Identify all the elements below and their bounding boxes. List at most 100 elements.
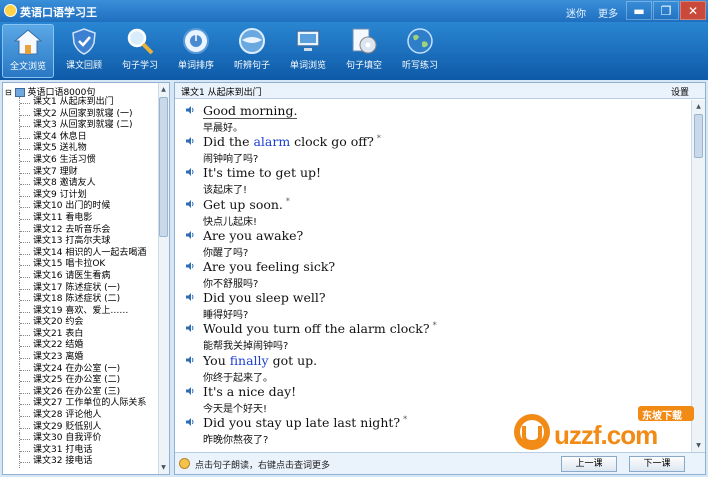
sentence-english[interactable]: Are you awake? xyxy=(203,228,303,243)
speaker-icon[interactable] xyxy=(185,230,195,240)
sentence-item[interactable]: Would you turn off the alarm clock? * 能帮我关… xyxy=(183,321,683,352)
tree-item-lesson[interactable]: 课文9 订计划 xyxy=(3,189,159,202)
disc-icon xyxy=(352,28,377,54)
tree-item-lesson[interactable]: 课文3 从回家到就寝 (二) xyxy=(3,120,159,132)
tree-item-lesson[interactable]: 课文12 去听音乐会 xyxy=(3,224,159,237)
tree-item-lesson[interactable]: 课文15 唱卡拉OK xyxy=(3,259,159,271)
prev-lesson-button[interactable]: 上一课 xyxy=(561,456,617,472)
lesson-tree: ⊟ 英语口语8000句 课文1 从起床到出门 课文2 从回家到就寝 (一) 课文3 … xyxy=(2,82,170,475)
tree-item-lesson[interactable]: 课文22 结婚 xyxy=(3,340,159,352)
next-lesson-button[interactable]: 下一课 xyxy=(629,456,685,472)
sentence-item[interactable]: Did the alarm clock go off? * 闹钟响了吗? xyxy=(183,134,683,165)
lesson-title: 课文1 从起床到出门 xyxy=(181,88,262,98)
sentence-part: finally xyxy=(229,352,269,368)
tree-item-lesson[interactable]: 课文14 相识的人一起去喝酒 xyxy=(3,247,159,260)
tree-item-lesson[interactable]: 课文8 邀请友人 xyxy=(3,178,159,190)
speaker-icon[interactable] xyxy=(185,167,195,177)
speaker-icon[interactable] xyxy=(185,105,195,115)
speaker-icon[interactable] xyxy=(185,355,195,365)
settings-link[interactable]: 设置 xyxy=(671,85,689,98)
sentence-part: Are you feeling sick? xyxy=(203,258,336,274)
sentence-item[interactable]: Are you awake? 你醒了吗? xyxy=(183,228,683,259)
tree-item-lesson[interactable]: 课文1 从起床到出门 xyxy=(3,97,159,109)
speaker-icon[interactable] xyxy=(185,417,195,427)
mini-mode-link[interactable]: 迷你 xyxy=(566,5,586,20)
sentence-part: Did you stay up late last night? xyxy=(203,415,401,431)
speaker-icon[interactable] xyxy=(185,323,195,333)
tool-label: 单词排序 xyxy=(177,61,214,71)
tree-item-lesson[interactable]: 课文32 接电话 xyxy=(3,456,159,468)
tree-item-lesson[interactable]: 课文24 在办公室 (一) xyxy=(3,363,159,376)
tree-item-lesson[interactable]: 课文11 看电影 xyxy=(3,212,159,225)
speaker-icon[interactable] xyxy=(185,261,195,271)
tree-scrollbar[interactable]: ▲ ▼ xyxy=(158,83,169,474)
speaker-icon[interactable] xyxy=(185,386,195,396)
maximize-button[interactable]: ❐ xyxy=(653,1,679,20)
tree-item-lesson[interactable]: 课文17 陈述症状 (一) xyxy=(3,282,159,295)
tree-item-lesson[interactable]: 课文30 自我评价 xyxy=(3,433,159,445)
tree-item-lesson[interactable]: 课文29 贬低别人 xyxy=(3,421,159,434)
tree-item-lesson[interactable]: 课文31 打电话 xyxy=(3,444,159,457)
more-link[interactable]: 更多 xyxy=(598,5,618,20)
sentence-chinese: 早晨好。 xyxy=(203,123,243,134)
tree-item-lesson[interactable]: 课文27 工作单位的人际关系 xyxy=(3,398,159,410)
sentence-english[interactable]: Did the alarm clock go off? * xyxy=(203,134,381,149)
tree-item-lesson[interactable]: 课文13 打高尔夫球 xyxy=(3,236,159,248)
sentence-english[interactable]: You finally got up. xyxy=(203,353,317,368)
tool-full-text[interactable]: 全文浏览 xyxy=(2,24,54,78)
scroll-up-arrow-icon[interactable]: ▲ xyxy=(159,84,168,95)
sentence-english[interactable]: Would you turn off the alarm clock? * xyxy=(203,321,437,336)
tree-scroll-thumb[interactable] xyxy=(159,97,168,237)
sentence-item[interactable]: It's time to get up! 该起床了! xyxy=(183,165,683,196)
tool-word-browse[interactable]: 单词浏览 xyxy=(282,24,334,78)
tree-item-lesson[interactable]: 课文7 理财 xyxy=(3,166,159,179)
tool-sentence-study[interactable]: 句子学习 xyxy=(114,24,166,78)
tool-word-sort[interactable]: 单词排序 xyxy=(170,24,222,78)
sentence-item[interactable]: Are you feeling sick? 你不舒服吗? xyxy=(183,259,683,290)
tree-item-lesson[interactable]: 课文26 在办公室 (三) xyxy=(3,386,159,399)
sentence-english[interactable]: Did you sleep well? xyxy=(203,290,326,305)
tree-item-lesson[interactable]: 课文16 请医生看病 xyxy=(3,270,159,283)
clock-icon xyxy=(183,28,209,54)
tree-item-lesson[interactable]: 课文28 评论他人 xyxy=(3,410,159,422)
tree-item-lesson[interactable]: 课文4 休息日 xyxy=(3,131,159,144)
lightbulb-icon xyxy=(179,458,190,469)
lesson-header: 课文1 从起床到出门 设置 xyxy=(175,83,705,99)
tree-item-lesson[interactable]: 课文25 在办公室 (二) xyxy=(3,375,159,387)
sentence-item[interactable]: Good morning. 早晨好。 xyxy=(183,103,683,134)
speaker-icon[interactable] xyxy=(185,136,195,146)
tree-item-lesson[interactable]: 课文20 约会 xyxy=(3,317,159,329)
sentence-english[interactable]: It's time to get up! xyxy=(203,165,321,180)
tree-item-lesson[interactable]: 课文5 送礼物 xyxy=(3,143,159,155)
tree-item-lesson[interactable]: 课文18 陈述症状 (二) xyxy=(3,294,159,306)
tree-item-lesson[interactable]: 课文19 喜欢、爱上…… xyxy=(3,305,159,318)
close-button[interactable]: ✕ xyxy=(680,1,706,20)
tool-dictation[interactable]: 听写练习 xyxy=(394,24,446,78)
sentence-item[interactable]: Get up soon. * 快点儿起床! xyxy=(183,197,683,228)
sentence-english[interactable]: Are you feeling sick? xyxy=(203,259,335,274)
tree-item-lesson[interactable]: 课文10 出门的时候 xyxy=(3,201,159,213)
sentence-item[interactable]: You finally got up. 你终于起来了。 xyxy=(183,353,683,384)
sentence-list: Good morning. 早晨好。 Did the alarm clock go … xyxy=(183,103,683,446)
sentence-english[interactable]: Get up soon. * xyxy=(203,197,290,212)
minimize-button[interactable]: ▬ xyxy=(626,1,652,20)
tree-item-lesson[interactable]: 课文2 从回家到就寝 (一) xyxy=(3,108,159,121)
tree-item-lesson[interactable]: 课文21 表白 xyxy=(3,328,159,341)
sentence-english[interactable]: Did you stay up late last night? * xyxy=(203,415,407,430)
scroll-up-arrow-icon[interactable]: ▲ xyxy=(694,101,703,112)
tool-listen-sentence[interactable]: 听辨句子 xyxy=(226,24,278,78)
tool-fill-blank[interactable]: 句子填空 xyxy=(338,24,390,78)
tool-label: 听写练习 xyxy=(401,61,438,71)
main-scrollbar[interactable]: ▲ ▼ xyxy=(691,100,705,452)
speaker-icon[interactable] xyxy=(185,292,195,302)
scroll-down-arrow-icon[interactable]: ▼ xyxy=(159,462,168,473)
speaker-icon[interactable] xyxy=(185,199,195,209)
sentence-english[interactable]: It's a nice day! xyxy=(203,384,296,399)
tool-review[interactable]: 课文回顾 xyxy=(58,24,110,78)
sentence-english[interactable]: Good morning. xyxy=(203,103,298,119)
tool-label: 句子学习 xyxy=(121,61,158,71)
sentence-item[interactable]: Did you sleep well? 睡得好吗? xyxy=(183,290,683,321)
main-scroll-thumb[interactable] xyxy=(694,114,703,158)
tree-item-lesson[interactable]: 课文6 生活习惯 xyxy=(3,154,159,167)
tree-item-lesson[interactable]: 课文23 离婚 xyxy=(3,352,159,364)
